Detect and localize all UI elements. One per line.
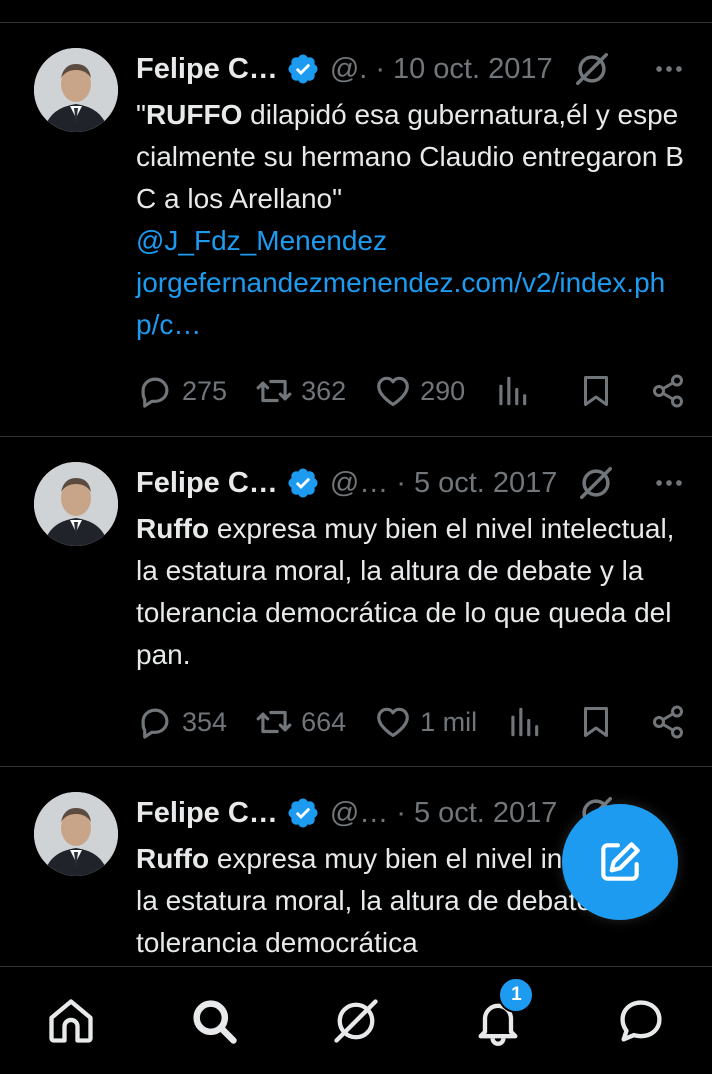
views-button[interactable]: [493, 372, 531, 410]
grok-icon: [334, 998, 378, 1043]
share-icon[interactable]: [650, 373, 686, 409]
mention-link[interactable]: @J_Fdz_Menendez: [136, 220, 688, 262]
messages-icon: [620, 999, 662, 1042]
author-name[interactable]: Felipe C…: [136, 53, 278, 86]
reply-icon: [136, 372, 174, 410]
heart-icon: [374, 703, 412, 741]
nav-grok[interactable]: [326, 991, 386, 1051]
url-link[interactable]: jorgefernandezmenendez.com/v2/index.php/…: [136, 262, 688, 346]
reply-count: 354: [182, 706, 228, 737]
nav-messages[interactable]: [611, 991, 671, 1051]
nav-search[interactable]: [184, 991, 244, 1051]
retweet-count: 362: [301, 375, 347, 406]
bottom-nav: 1: [0, 966, 712, 1074]
tweet-date[interactable]: 5 oct. 2017: [414, 797, 558, 830]
reply-button[interactable]: 354: [136, 703, 227, 741]
avatar[interactable]: [34, 48, 118, 132]
separator-dot: ·: [396, 796, 406, 829]
tweet-text: Ruffo expresa muy bien el nivel intelect…: [136, 508, 688, 676]
more-options-icon[interactable]: [652, 52, 686, 86]
heart-icon: [374, 372, 412, 410]
verified-badge-icon[interactable]: [286, 52, 320, 86]
author-name[interactable]: Felipe C…: [136, 467, 278, 500]
tweet-text-bold: RUFFO: [145, 99, 243, 130]
avatar[interactable]: [34, 792, 118, 876]
tweet-text: "RUFFO dilapidó esa gubernatura,él y esp…: [136, 94, 688, 346]
like-button[interactable]: 290: [374, 372, 465, 410]
views-icon: [493, 372, 531, 410]
avatar[interactable]: [34, 462, 118, 546]
nav-home[interactable]: [41, 991, 101, 1051]
views-button[interactable]: [505, 703, 543, 741]
tweet[interactable]: Felipe C… @. · 10 oct. 2017 "RUFFO dilap…: [0, 23, 712, 437]
like-count: 1 mil: [420, 706, 478, 737]
separator-dot: ·: [375, 52, 385, 85]
tweet-text-rest: expresa muy bien el nivel intelectual, l…: [136, 513, 675, 670]
like-button[interactable]: 1 mil: [374, 703, 477, 741]
views-icon: [505, 703, 543, 741]
author-name[interactable]: Felipe C…: [136, 797, 278, 830]
reply-button[interactable]: 275: [136, 372, 227, 410]
verified-badge-icon[interactable]: [286, 466, 320, 500]
retweet-button[interactable]: 362: [255, 372, 346, 410]
share-icon[interactable]: [650, 704, 686, 740]
grok-icon[interactable]: [573, 50, 611, 88]
tweet-text-bold: Ruffo: [136, 513, 210, 544]
tweet-date[interactable]: 5 oct. 2017: [414, 467, 558, 500]
nav-notifications[interactable]: 1: [468, 976, 535, 1051]
home-icon: [49, 998, 93, 1043]
reply-icon: [136, 703, 174, 741]
verified-badge-icon[interactable]: [286, 796, 320, 830]
separator-dot: ·: [396, 466, 406, 499]
avatar-image: [34, 48, 118, 132]
retweet-icon: [255, 703, 293, 741]
author-handle[interactable]: @.: [330, 53, 368, 86]
compose-button[interactable]: [562, 804, 678, 920]
bookmark-icon[interactable]: [578, 704, 614, 740]
bookmark-icon[interactable]: [578, 373, 614, 409]
notification-badge: 1: [498, 976, 535, 1013]
grok-icon[interactable]: [577, 464, 615, 502]
tweet-date[interactable]: 10 oct. 2017: [393, 53, 553, 86]
like-count: 290: [420, 375, 466, 406]
avatar-image: [34, 792, 118, 876]
retweet-icon: [255, 372, 293, 410]
retweet-count: 664: [301, 706, 347, 737]
reply-count: 275: [182, 375, 228, 406]
author-handle[interactable]: @…: [330, 797, 388, 830]
search-icon: [192, 999, 237, 1044]
author-handle[interactable]: @…: [330, 467, 388, 500]
retweet-button[interactable]: 664: [255, 703, 346, 741]
avatar-image: [34, 462, 118, 546]
more-options-icon[interactable]: [652, 466, 686, 500]
compose-icon: [601, 842, 640, 881]
tweet[interactable]: Felipe C… @… · 5 oct. 2017 Ruffo expresa…: [0, 437, 712, 767]
tweet-text-bold: Ruffo: [136, 843, 210, 874]
